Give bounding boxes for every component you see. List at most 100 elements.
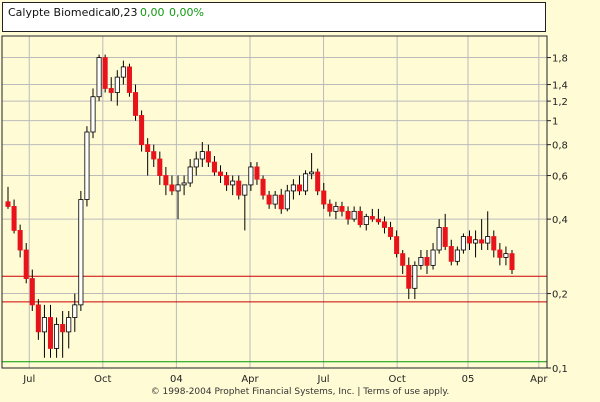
candle-body	[187, 166, 193, 184]
candle-body	[181, 182, 187, 186]
candlestick-series	[5, 54, 515, 358]
candle-body	[151, 151, 157, 160]
y-tick-label: 0,2	[552, 290, 568, 301]
candle-body	[296, 184, 302, 192]
candle-body	[284, 190, 290, 210]
candle-body	[345, 210, 351, 220]
candle-body	[211, 161, 217, 173]
candle-body	[278, 194, 284, 210]
candle-body	[163, 175, 169, 186]
candle-body	[60, 324, 66, 333]
y-tick-label: 1,8	[552, 54, 568, 65]
x-tick-label: 04	[170, 374, 183, 385]
candle-body	[479, 239, 485, 244]
candle-body	[23, 249, 29, 279]
candle-body	[72, 304, 78, 318]
candle-body	[47, 317, 54, 349]
candle-body	[375, 218, 381, 223]
candle-body	[394, 236, 400, 255]
candle-body	[497, 249, 503, 258]
candle-body	[388, 227, 394, 237]
candle-body	[351, 210, 357, 220]
candle-body	[126, 66, 132, 93]
candle-body	[114, 76, 120, 93]
candle-body	[448, 246, 454, 262]
candle-body	[339, 206, 345, 212]
candle-body	[357, 210, 363, 226]
candle-body	[381, 221, 388, 228]
candle-body	[108, 88, 114, 93]
candle-body	[84, 131, 90, 200]
candle-body	[327, 203, 333, 212]
candle-body	[17, 230, 23, 251]
y-tick-label: 0,8	[552, 141, 568, 152]
candle-body	[412, 264, 418, 289]
candle-body	[66, 317, 72, 333]
candle-body	[102, 57, 108, 89]
candle-body	[29, 278, 35, 306]
candle-body	[406, 264, 412, 289]
candle-body	[199, 151, 205, 160]
candle-body	[35, 304, 41, 333]
x-tick-label: Apr	[241, 374, 259, 385]
y-tick-label: 0,6	[552, 172, 568, 183]
candle-body	[491, 236, 497, 251]
candle-body	[272, 194, 278, 205]
candle-body	[266, 194, 272, 205]
x-tick-label: 05	[462, 374, 475, 385]
candle-body	[96, 57, 102, 98]
candle-body	[290, 184, 296, 192]
candle-body	[509, 253, 515, 270]
candle-body	[41, 317, 47, 333]
y-tick-label: 1,4	[552, 81, 568, 92]
candle-body	[254, 166, 260, 180]
candle-body	[400, 253, 406, 266]
candle-body	[193, 158, 199, 168]
candle-body	[120, 66, 126, 78]
candle-body	[454, 249, 460, 262]
candle-body	[485, 236, 491, 244]
y-tick-label: 1,2	[552, 97, 568, 108]
candle-body	[460, 236, 466, 251]
candle-body	[157, 158, 163, 176]
x-tick-label: Oct	[388, 374, 405, 385]
candle-body	[90, 96, 96, 133]
y-tick-label: 0,1	[552, 364, 568, 375]
copyright-footer[interactable]: © 1998-2004 Prophet Financial Systems, I…	[0, 387, 600, 397]
candle-body	[175, 184, 181, 192]
candle-body	[139, 115, 145, 146]
candle-body	[260, 178, 266, 196]
candle-body	[466, 236, 473, 244]
y-tick-label: 0,4	[552, 215, 568, 226]
candle-body	[503, 253, 509, 258]
x-axis: Jul Oct 04 Apr Jul Oct 05 Apr	[22, 374, 548, 385]
candle-body	[315, 171, 321, 192]
candle-body	[224, 175, 230, 186]
candle-body	[321, 190, 327, 205]
y-axis: 1,8 1,4 1,2 1 0,8 0,6 0,4 0,2 0,1	[547, 54, 568, 375]
candle-body	[430, 249, 436, 266]
candle-body	[78, 199, 84, 306]
candle-body	[418, 257, 424, 266]
candle-body	[11, 206, 17, 231]
candle-body	[132, 92, 139, 116]
x-tick-label: Jul	[22, 374, 35, 385]
candle-body	[363, 216, 369, 226]
candle-body	[436, 227, 442, 251]
price-chart: 1,8 1,4 1,2 1 0,8 0,6 0,4 0,2 0,1 Jul Oct 04 Apr Jul…	[1, 35, 568, 385]
candle-body	[303, 173, 309, 192]
x-tick-label: Jul	[317, 374, 330, 385]
reference-lines	[2, 275, 547, 363]
candle-body	[473, 239, 479, 244]
candle-body	[242, 184, 248, 196]
candle-body	[5, 201, 11, 207]
candle-body	[333, 206, 339, 212]
candle-body	[145, 144, 151, 152]
candle-body	[309, 171, 315, 175]
candle-body	[169, 184, 175, 192]
candle-body	[230, 180, 236, 186]
candle-body	[236, 180, 242, 196]
candle-body	[442, 227, 448, 247]
candle-body	[248, 166, 254, 186]
y-tick-label: 1	[552, 117, 558, 128]
